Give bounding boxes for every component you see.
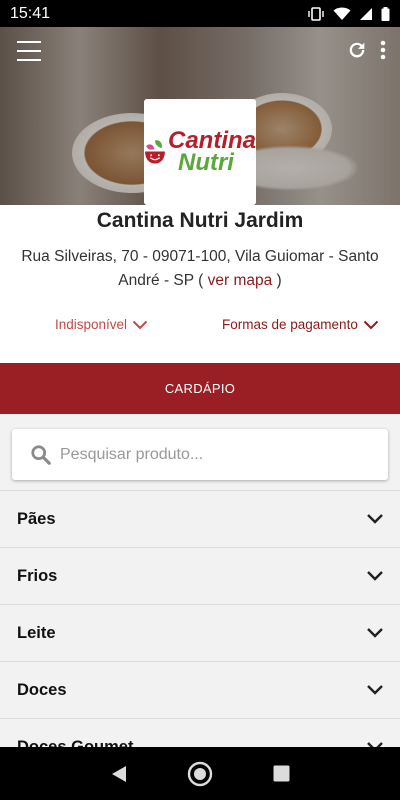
home-icon[interactable] (187, 761, 213, 787)
header-actions (346, 39, 386, 61)
vibrate-icon (308, 6, 324, 21)
store-info: Cantina Nutri Jardim Rua Silveiras, 70 -… (0, 205, 400, 363)
address-end: ) (276, 272, 282, 289)
category-label: Frios (17, 566, 58, 585)
search-input[interactable] (60, 445, 360, 464)
category-label: Doces (17, 680, 67, 699)
category-list: Pães Frios Leite Doces Doces Goumet (0, 490, 400, 775)
payment-dropdown[interactable]: Formas de pagamento (222, 317, 379, 332)
more-vert-icon[interactable] (380, 40, 386, 60)
chevron-down-icon (367, 685, 383, 695)
recents-icon[interactable] (273, 765, 290, 782)
address-text: Rua Silveiras, 70 - 09071-100, Vila Guio… (21, 248, 379, 289)
wifi-icon (333, 7, 351, 20)
search-icon (31, 444, 51, 465)
status-bar: 15:41 (0, 0, 400, 27)
store-logo: Cantina Nutri (144, 99, 256, 205)
logo-line2: Nutri (177, 149, 234, 176)
map-link[interactable]: ver mapa (208, 272, 273, 289)
chevron-down-icon (367, 628, 383, 638)
category-label: Leite (17, 623, 56, 642)
logo-bowl-icon (145, 140, 165, 164)
store-address: Rua Silveiras, 70 - 09071-100, Vila Guio… (4, 245, 396, 293)
store-name: Cantina Nutri Jardim (96, 209, 304, 232)
search-box (12, 429, 388, 480)
hamburger-icon (17, 41, 41, 43)
tab-bar: CARDÁPIO (0, 363, 400, 414)
tab-cardapio[interactable]: CARDÁPIO (165, 381, 235, 396)
system-nav-bar (0, 747, 400, 800)
availability-dropdown[interactable]: Indisponível (55, 317, 148, 332)
signal-icon (360, 7, 372, 20)
menu-button[interactable] (17, 41, 41, 61)
category-paes[interactable]: Pães (0, 490, 400, 547)
chevron-down-icon (367, 571, 383, 581)
chevron-down-icon (132, 320, 148, 329)
category-frios[interactable]: Frios (0, 547, 400, 604)
status-icons (307, 6, 390, 21)
status-time: 15:41 (10, 4, 51, 22)
chevron-down-icon (363, 320, 379, 329)
category-leite[interactable]: Leite (0, 604, 400, 661)
back-icon[interactable] (110, 765, 128, 783)
availability-label: Indisponível (55, 317, 128, 332)
chevron-down-icon (367, 514, 383, 524)
category-doces[interactable]: Doces (0, 661, 400, 718)
category-label: Pães (17, 509, 56, 528)
refresh-icon[interactable] (346, 39, 368, 61)
logo-wordmark: Cantina Nutri (168, 129, 256, 176)
payment-label: Formas de pagamento (222, 317, 358, 332)
battery-icon (381, 6, 390, 21)
